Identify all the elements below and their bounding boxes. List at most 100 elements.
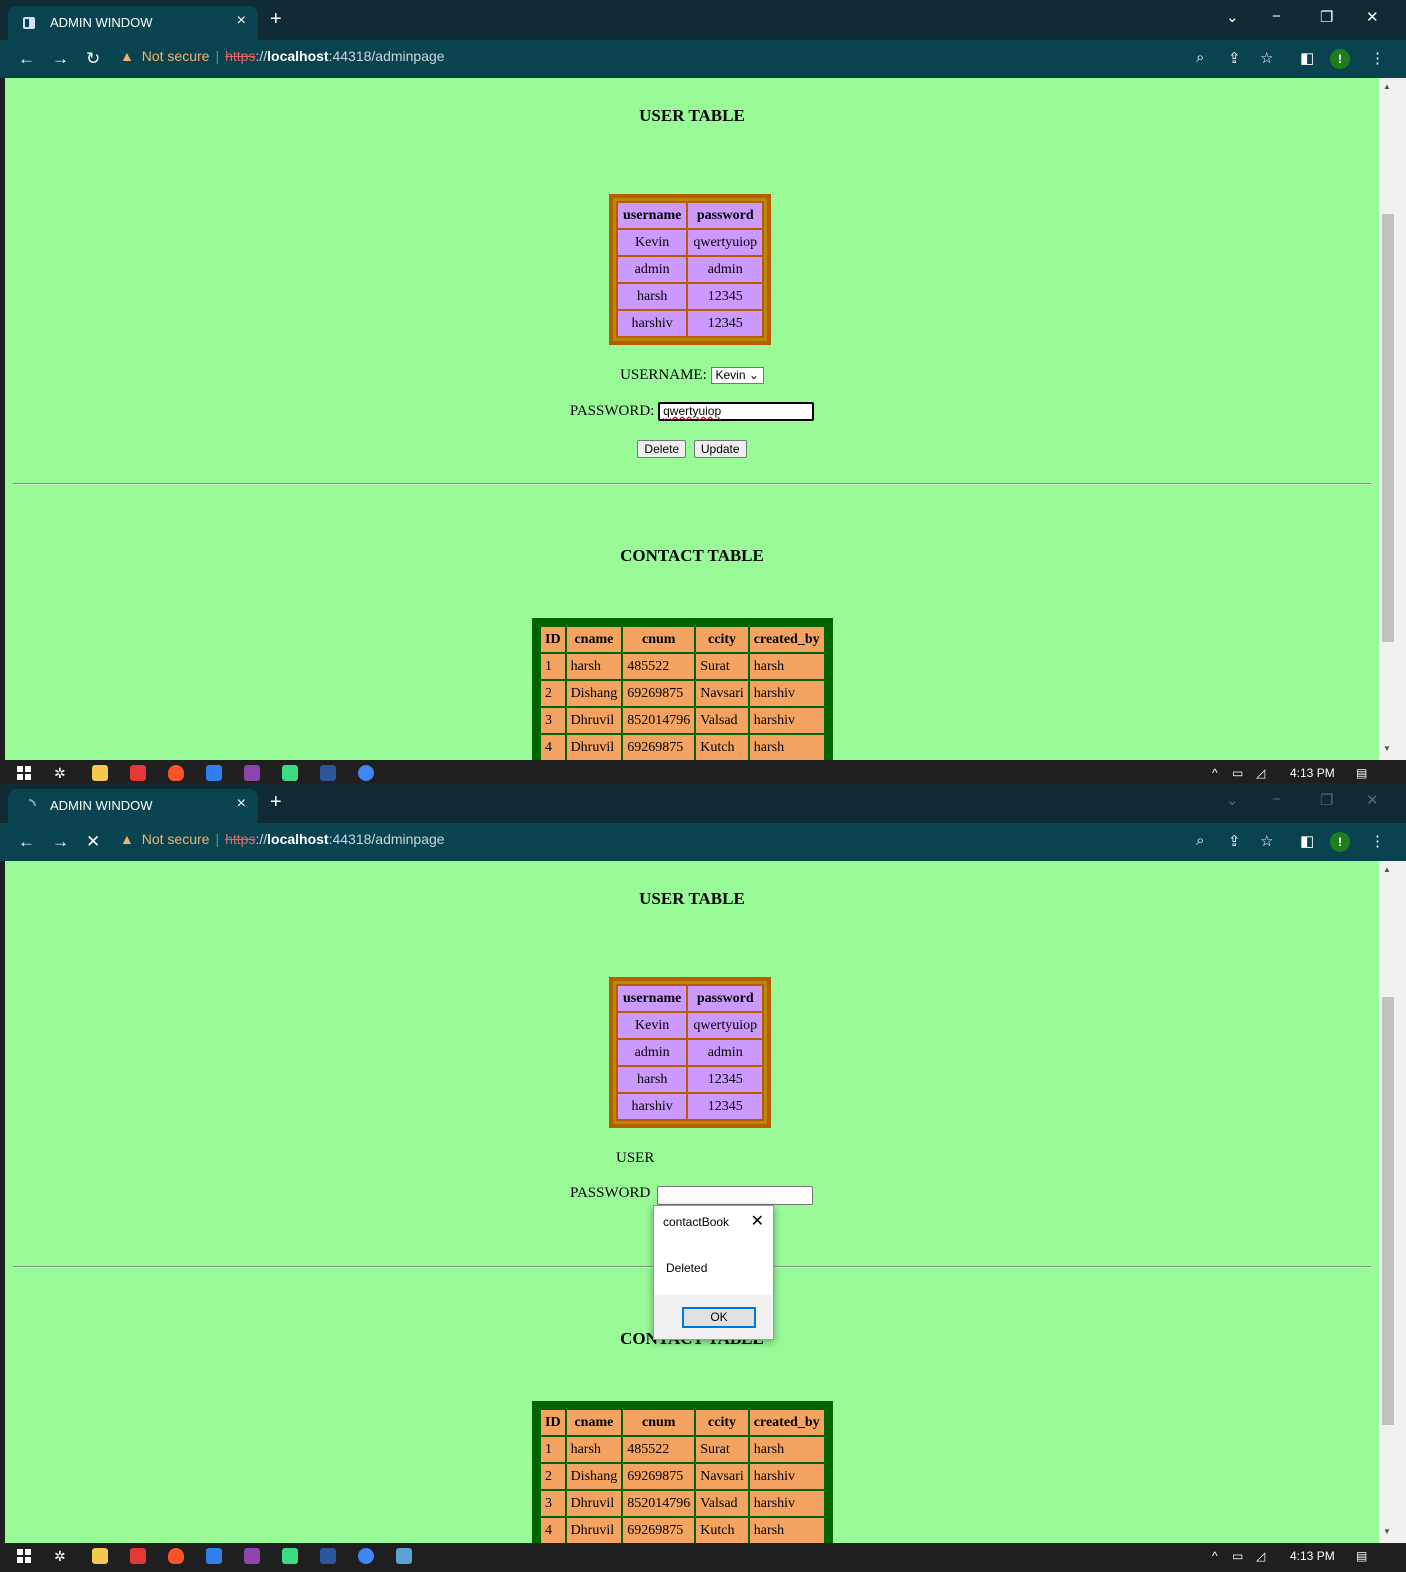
password-input[interactable]: qwertyuiop — [658, 402, 815, 421]
tab-admin-window[interactable]: ADMIN WINDOW × — [8, 789, 258, 823]
table-cell: harshiv — [615, 309, 689, 338]
close-window-icon[interactable]: ✕ — [1366, 8, 1379, 26]
table-cell: Dhruvil — [564, 706, 624, 735]
chrome-icon[interactable] — [358, 765, 374, 781]
scroll-up-icon[interactable]: ▲ — [1383, 82, 1391, 91]
chrome-icon[interactable] — [358, 1548, 374, 1564]
brave-browser-icon[interactable] — [168, 765, 184, 781]
update-button[interactable]: Update — [693, 440, 747, 458]
battery-icon[interactable]: ▭ — [1232, 1549, 1243, 1563]
tab-search-icon[interactable]: ⌄ — [1226, 791, 1239, 809]
security-status[interactable]: Not secure — [142, 831, 210, 847]
vscode-icon[interactable] — [206, 1548, 222, 1564]
menu-kebab-icon[interactable]: ⋮ — [1370, 49, 1385, 67]
extension-icon[interactable]: ! — [1330, 832, 1350, 852]
share-icon[interactable]: ⇪ — [1228, 832, 1241, 850]
zoom-icon[interactable]: ⌕ — [1196, 49, 1204, 66]
youtube-icon[interactable] — [130, 1548, 146, 1564]
url-separator: :// — [255, 831, 268, 847]
share-icon[interactable]: ⇪ — [1228, 49, 1241, 67]
tray-chevron-icon[interactable]: ^ — [1212, 766, 1218, 780]
tab-title: ADMIN WINDOW — [50, 15, 153, 30]
new-tab-icon[interactable]: + — [270, 9, 282, 29]
windows-start-icon[interactable] — [16, 765, 32, 781]
zoom-icon[interactable]: ⌕ — [1196, 832, 1204, 849]
tab-admin-window[interactable]: ADMIN WINDOW × — [8, 6, 258, 40]
bookmark-star-icon[interactable]: ☆ — [1260, 49, 1273, 67]
password-input[interactable] — [657, 1186, 813, 1205]
restore-icon[interactable]: ❐ — [1320, 791, 1333, 809]
minimize-icon[interactable]: − — [1272, 791, 1281, 808]
vertical-scrollbar[interactable]: ▲ ▼ — [1379, 861, 1406, 1543]
tray-chevron-icon[interactable]: ^ — [1212, 1549, 1218, 1563]
file-explorer-icon[interactable] — [92, 765, 108, 781]
visual-studio-icon[interactable] — [244, 765, 260, 781]
network-icon[interactable]: ◿ — [1256, 766, 1265, 780]
table-cell: 3 — [539, 706, 567, 735]
url-field[interactable]: ▲ Not secure | https://localhost:44318/adm… — [120, 48, 445, 64]
new-tab-icon[interactable]: + — [270, 792, 282, 812]
vscode-icon[interactable] — [206, 765, 222, 781]
clock[interactable]: 4:13 PM — [1290, 1549, 1335, 1563]
forward-icon[interactable]: → — [52, 832, 69, 852]
word-icon[interactable] — [320, 765, 336, 781]
minimize-icon[interactable]: − — [1272, 8, 1281, 25]
table-cell: 3 — [539, 1489, 567, 1518]
username-select[interactable]: Kevin ⌄ — [710, 367, 764, 385]
app-window-icon[interactable] — [396, 1548, 412, 1564]
tab-search-icon[interactable]: ⌄ — [1226, 8, 1239, 26]
table-cell: 1 — [539, 652, 567, 681]
visual-studio-icon[interactable] — [244, 1548, 260, 1564]
url-field[interactable]: ▲ Not secure | https://localhost:44318/adm… — [120, 831, 445, 847]
notifications-icon[interactable]: ▤ — [1356, 766, 1367, 780]
stop-loading-icon[interactable]: ✕ — [86, 832, 100, 852]
ok-button[interactable]: OK — [682, 1307, 756, 1328]
scroll-down-icon[interactable]: ▼ — [1383, 1527, 1391, 1536]
windows-start-icon[interactable] — [16, 1548, 32, 1564]
battery-icon[interactable]: ▭ — [1232, 766, 1243, 780]
youtube-icon[interactable] — [130, 765, 146, 781]
table-cell: 12345 — [686, 282, 765, 311]
brave-browser-icon[interactable] — [168, 1548, 184, 1564]
delete-button[interactable]: Delete — [637, 440, 687, 458]
side-panel-icon[interactable]: ◧ — [1300, 49, 1314, 67]
scrollbar-thumb[interactable] — [1382, 214, 1394, 642]
back-icon[interactable]: ← — [18, 832, 35, 852]
close-tab-icon[interactable]: × — [237, 795, 246, 813]
side-panel-icon[interactable]: ◧ — [1300, 832, 1314, 850]
forward-icon[interactable]: → — [52, 49, 69, 69]
network-icon[interactable]: ◿ — [1256, 1549, 1265, 1563]
reload-icon[interactable]: ↻ — [86, 49, 100, 69]
file-explorer-icon[interactable] — [92, 1548, 108, 1564]
close-window-icon[interactable]: ✕ — [1366, 791, 1379, 809]
vertical-scrollbar[interactable]: ▲ ▼ — [1379, 78, 1406, 760]
extension-icon[interactable]: ! — [1330, 49, 1350, 69]
scrollbar-thumb[interactable] — [1382, 997, 1394, 1425]
user-col-header: username — [615, 201, 689, 230]
bookmark-star-icon[interactable]: ☆ — [1260, 832, 1273, 850]
settings-gear-icon[interactable]: ✲ — [54, 765, 70, 781]
notifications-icon[interactable]: ▤ — [1356, 1549, 1367, 1563]
table-cell: Kevin — [615, 228, 689, 257]
security-status[interactable]: Not secure — [142, 48, 210, 64]
word-icon[interactable] — [320, 1548, 336, 1564]
back-icon[interactable]: ← — [18, 49, 35, 69]
contact-table: ID cname cnum ccity created_by 1 harsh 485… — [532, 618, 833, 760]
contact-col-header: created_by — [747, 625, 826, 654]
scroll-up-icon[interactable]: ▲ — [1383, 865, 1391, 874]
scroll-down-icon[interactable]: ▼ — [1383, 744, 1391, 753]
divider — [13, 483, 1371, 485]
chevron-down-icon: ⌄ — [748, 368, 759, 383]
menu-kebab-icon[interactable]: ⋮ — [1370, 832, 1385, 850]
settings-gear-icon[interactable]: ✲ — [54, 1548, 70, 1564]
android-studio-icon[interactable] — [282, 1548, 298, 1564]
clock[interactable]: 4:13 PM — [1290, 766, 1335, 780]
table-cell: harshiv — [747, 1489, 826, 1518]
android-studio-icon[interactable] — [282, 765, 298, 781]
table-cell: harshiv — [615, 1092, 689, 1121]
table-cell: harshiv — [747, 679, 826, 708]
close-tab-icon[interactable]: × — [237, 12, 246, 30]
table-row: 2 Dishang 69269875 Navsari harshiv — [539, 1462, 826, 1491]
dialog-close-icon[interactable]: ✕ — [751, 1211, 764, 1231]
restore-icon[interactable]: ❐ — [1320, 8, 1333, 26]
